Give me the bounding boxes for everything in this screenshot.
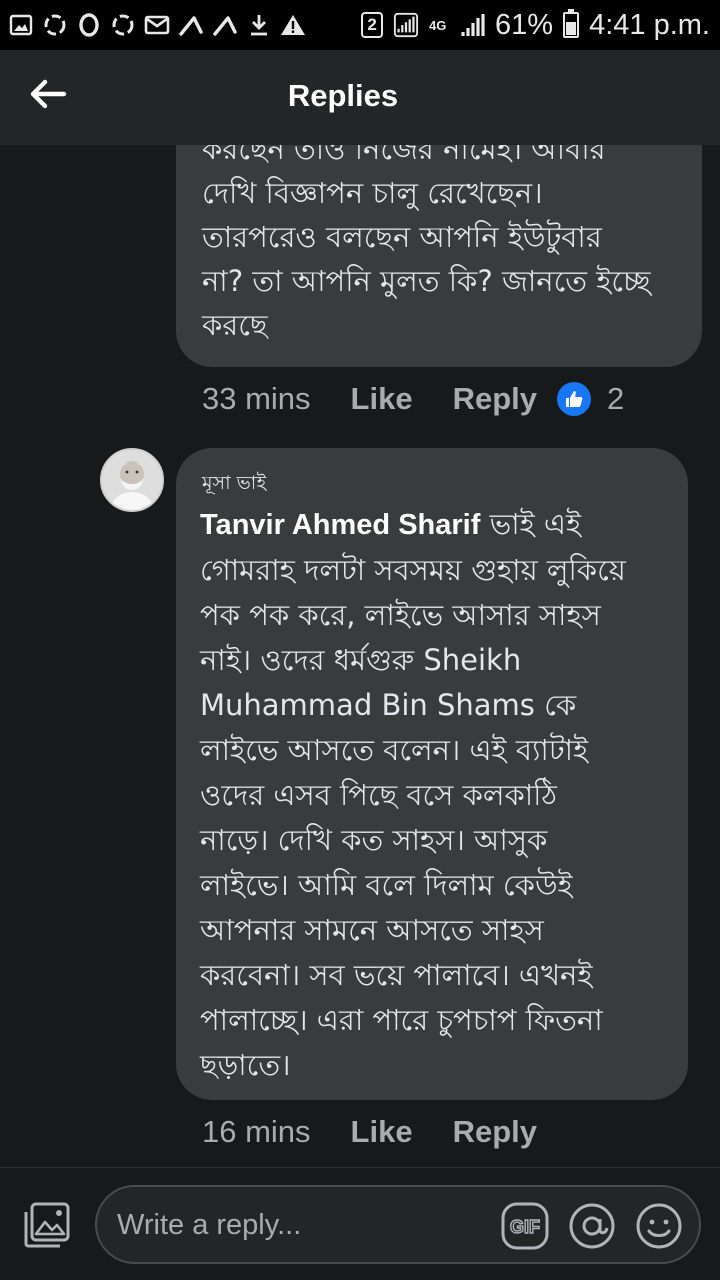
warning-icon [280, 12, 306, 38]
reply-input[interactable] [117, 1203, 487, 1247]
mention-link[interactable]: Tanvir Ahmed Sharif [200, 509, 480, 541]
comment-line: ওদের এসব পিছে বসে কলকাঠি [200, 778, 557, 812]
comment-line: করবেনা। সব ভয়ে পালাবে। এখনই [200, 958, 593, 992]
comment-line: লাইভে আসতে বলেন। এই ব্যাটাই [200, 733, 589, 767]
comment-line: ছড়াতে। [200, 1048, 291, 1082]
comment-actions: 33 mins Like Reply 2 [202, 381, 624, 417]
comment-line-text: ভাই এই [480, 507, 582, 541]
signal-bars-icon [459, 12, 485, 38]
comment-line: করছেন তাও নিজের নামেই। আবার [202, 145, 606, 166]
profile-photo-icon [102, 450, 162, 510]
battery-icon [563, 9, 580, 38]
reaction-count: 2 [607, 381, 625, 416]
comment-text: করছেন তাও নিজের নামেই। আবার দেখি বিজ্ঞাপ… [202, 145, 692, 347]
download-icon [246, 12, 272, 38]
comment-line: দেখি বিজ্ঞাপন চালু রেখেছেন। [202, 176, 543, 210]
comment-bubble[interactable]: মূসা ভাই Tanvir Ahmed Sharif ভাই এই গোমর… [176, 448, 688, 1100]
reply-field-container[interactable]: GIF [95, 1185, 701, 1264]
status-bar: 2 4G 61% 4:41 p.m. [0, 0, 720, 50]
emoji-icon [636, 1203, 682, 1249]
like-button[interactable]: Like [351, 381, 413, 417]
signal-icon [393, 12, 419, 38]
comment-line: নাই। ওদের ধর্মগুরু Sheikh [200, 643, 522, 677]
comment-line: করছে [202, 308, 268, 342]
clock: 4:41 p.m. [589, 8, 710, 41]
missed-call-icon-2 [212, 12, 238, 38]
at-sign-icon [569, 1203, 615, 1249]
gif-label: GIF [510, 1217, 540, 1237]
comment-line: লাইভে। আমি বলে দিলাম কেউই [200, 868, 573, 902]
comment-author[interactable]: মূসা ভাই [202, 470, 664, 496]
notification-icons [8, 8, 306, 42]
comment-text: Tanvir Ahmed Sharif ভাই এই গোমরাহ দলটা স… [200, 502, 664, 1088]
reply-button[interactable]: Reply [453, 381, 537, 417]
reply-button[interactable]: Reply [453, 1114, 537, 1150]
mention-button[interactable] [567, 1201, 617, 1251]
comment-line: পালাচ্ছে। এরা পারে চুপচাপ ফিতনা [200, 1003, 603, 1037]
comment-line: তারপরেও বলছেন আপনি ইউটুবার [202, 220, 602, 254]
comment-line: গোমরাহ দলটা সবসময় গুহায় লুকিয়ে [200, 553, 626, 587]
like-button[interactable]: Like [351, 1114, 413, 1150]
comment-line: Muhammad Bin Shams কে [200, 688, 577, 722]
sync-notification-icon-2 [110, 12, 136, 38]
comment-timestamp: 16 mins [202, 1114, 311, 1149]
comment-line: না? তা আপনি মুলত কি? জানতে ইচ্ছে [202, 264, 651, 298]
photo-button[interactable] [20, 1198, 74, 1252]
comment-line: আপনার সামনে আসতে সাহস [200, 913, 544, 947]
reply-composer: GIF [0, 1167, 720, 1280]
emoji-button[interactable] [634, 1201, 684, 1251]
network-type: 4G [429, 17, 447, 33]
mail-notification-icon [144, 12, 170, 38]
like-reaction-icon[interactable] [557, 382, 591, 416]
comment-actions: 16 mins Like Reply [202, 1114, 537, 1150]
comment-bubble[interactable]: করছেন তাও নিজের নামেই। আবার দেখি বিজ্ঞাপ… [176, 145, 702, 367]
comment-timestamp: 33 mins [202, 381, 311, 416]
battery-fill [566, 21, 577, 35]
replies-list[interactable]: করছেন তাও নিজের নামেই। আবার দেখি বিজ্ঞাপ… [0, 145, 720, 1167]
comment-line: Tanvir Ahmed Sharif ভাই এই [200, 502, 664, 548]
gallery-notification-icon [8, 12, 34, 38]
header-bar: Replies [0, 50, 720, 145]
comment-line: নাড়ে। দেখি কত সাহস। আসুক [200, 823, 548, 857]
page-title: Replies [287, 78, 399, 113]
sim-slot-badge: 2 [361, 12, 384, 38]
missed-call-icon [178, 12, 204, 38]
system-status: 2 4G 61% 4:41 p.m. [361, 6, 710, 44]
battery-percent: 61% [495, 8, 554, 41]
sync-notification-icon [42, 12, 68, 38]
comment-line: পক পক করে, লাইভে আসার সাহস [200, 598, 601, 632]
photo-icon [24, 1202, 70, 1248]
opera-notification-icon [76, 12, 102, 38]
avatar[interactable] [100, 448, 164, 512]
gif-button[interactable]: GIF [500, 1201, 550, 1251]
